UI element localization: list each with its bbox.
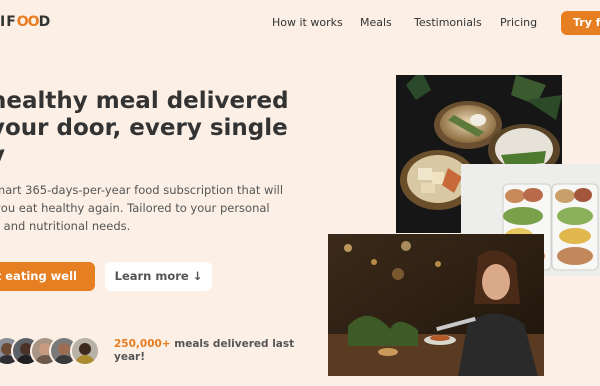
header: IFOOD How it works Meals Testimonials Pr… <box>0 0 600 46</box>
nav-meals[interactable]: Meals <box>360 16 392 29</box>
social-proof-line1: meals delivered last <box>170 338 295 350</box>
headline-line: y <box>0 142 289 169</box>
description-line: mart 365-days-per-year food subscription… <box>0 183 284 197</box>
start-eating-well-button[interactable]: art eating well <box>0 262 95 291</box>
description-line: s and nutritional needs. <box>0 219 131 233</box>
logo[interactable]: IFOOD <box>0 14 51 30</box>
woman-eating-photo <box>328 234 544 376</box>
headline-line: your door, every single <box>0 115 288 141</box>
social-proof-line2: year! <box>114 351 146 363</box>
headline-line: healthy meal delivered <box>0 88 289 114</box>
try-for-free-button[interactable]: Try fo <box>561 11 600 35</box>
description-line: you eat healthy again. Tailored to your … <box>0 201 270 215</box>
social-proof-text: 250,000+ meals delivered last year! <box>114 338 294 364</box>
hero-headline: healthy meal delivered your door, every … <box>0 88 289 169</box>
nav-pricing[interactable]: Pricing <box>500 16 537 29</box>
avatar <box>70 336 100 366</box>
logo-infinity-icon: OO <box>16 14 40 30</box>
logo-text-prefix: IF <box>0 14 17 30</box>
meals-count: 250,000+ <box>114 338 171 350</box>
learn-more-button[interactable]: Learn more ↓ <box>105 262 212 291</box>
hero-description: mart 365-days-per-year food subscription… <box>0 181 283 235</box>
logo-text-suffix: D <box>38 14 52 30</box>
nav-testimonials[interactable]: Testimonials <box>414 16 482 29</box>
nav-how-it-works[interactable]: How it works <box>272 16 343 29</box>
